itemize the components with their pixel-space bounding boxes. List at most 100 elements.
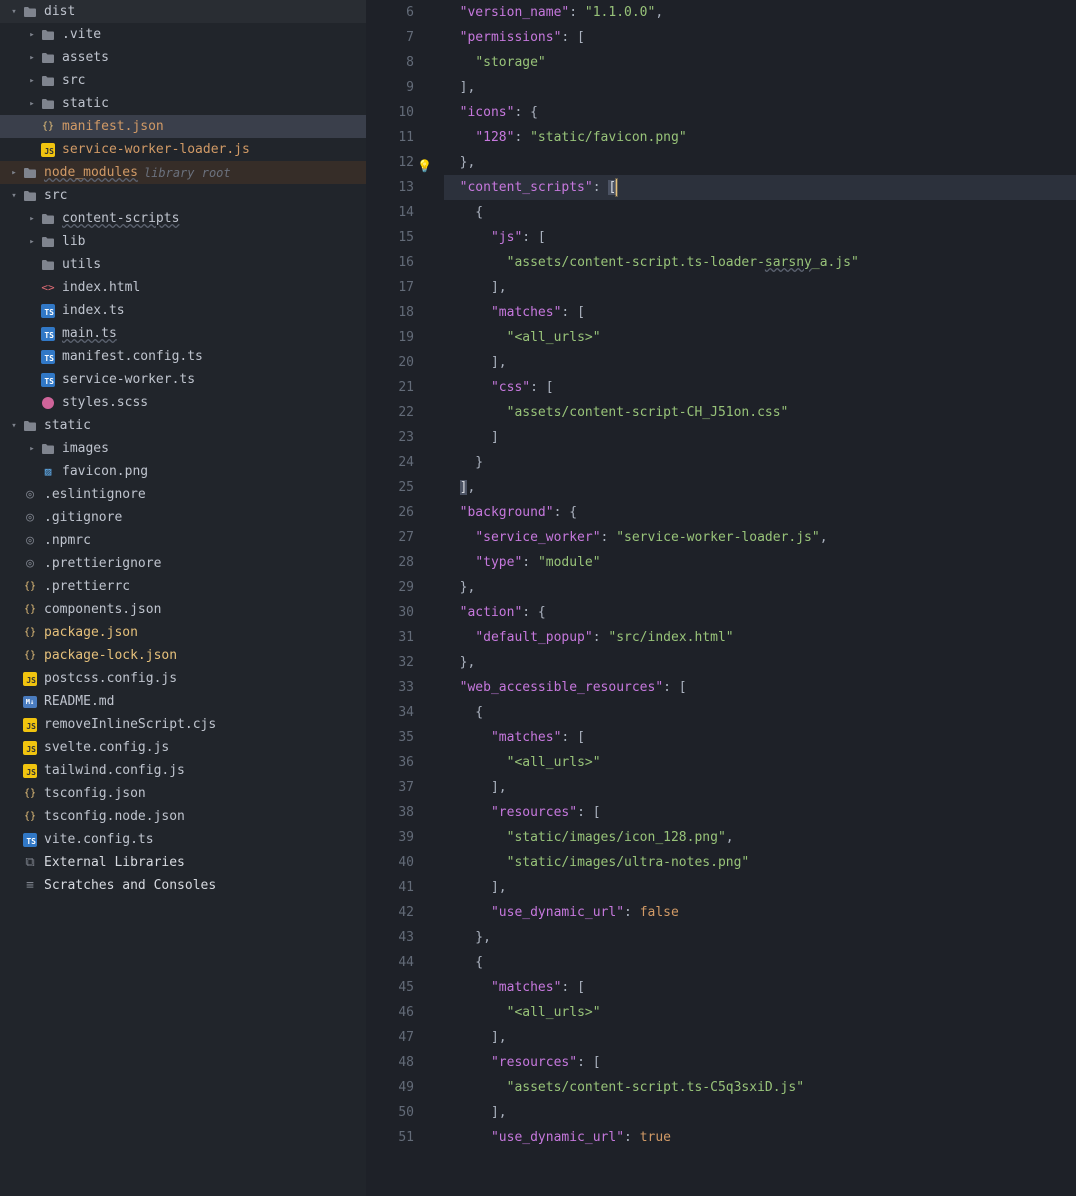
- tree-item[interactable]: ▸JStailwind.config.js: [0, 759, 366, 782]
- tree-item[interactable]: ▸{}components.json: [0, 598, 366, 621]
- tree-item[interactable]: ▸{}package-lock.json: [0, 644, 366, 667]
- tree-item[interactable]: ▸src: [0, 69, 366, 92]
- code-line[interactable]: "<all_urls>": [444, 325, 1076, 350]
- code-line[interactable]: },: [444, 925, 1076, 950]
- code-line[interactable]: "use_dynamic_url": false: [444, 900, 1076, 925]
- chevron-down-icon[interactable]: ▾: [8, 420, 20, 432]
- chevron-right-icon[interactable]: ▸: [26, 52, 38, 64]
- code-line[interactable]: "action": {: [444, 600, 1076, 625]
- code-line[interactable]: "permissions": [: [444, 25, 1076, 50]
- tree-item[interactable]: ▸◎.npmrc: [0, 529, 366, 552]
- tree-item[interactable]: ▸◎.eslintignore: [0, 483, 366, 506]
- tree-item[interactable]: ▸≡Scratches and Consoles: [0, 874, 366, 897]
- code-line[interactable]: "static/images/ultra-notes.png": [444, 850, 1076, 875]
- code-line[interactable]: "matches": [: [444, 300, 1076, 325]
- chevron-down-icon[interactable]: ▾: [8, 190, 20, 202]
- tree-item[interactable]: ▸assets: [0, 46, 366, 69]
- code-line[interactable]: "service_worker": "service-worker-loader…: [444, 525, 1076, 550]
- code-line[interactable]: "resources": [: [444, 800, 1076, 825]
- code-line[interactable]: "assets/content-script.ts-loader-sarsny_…: [444, 250, 1076, 275]
- tree-item[interactable]: ▾static: [0, 414, 366, 437]
- code-line[interactable]: },: [444, 575, 1076, 600]
- tree-item[interactable]: ▸<>index.html: [0, 276, 366, 299]
- code-line[interactable]: }: [444, 450, 1076, 475]
- code-line[interactable]: "assets/content-script.ts-C5q3sxiD.js": [444, 1075, 1076, 1100]
- chevron-right-icon[interactable]: ▸: [26, 236, 38, 248]
- code-line[interactable]: },: [444, 150, 1076, 175]
- tree-item[interactable]: ▸JSremoveInlineScript.cjs: [0, 713, 366, 736]
- tree-item[interactable]: ▸TSservice-worker.ts: [0, 368, 366, 391]
- code-line[interactable]: ],: [444, 350, 1076, 375]
- code-line[interactable]: "matches": [: [444, 725, 1076, 750]
- tree-item[interactable]: ▸content-scripts: [0, 207, 366, 230]
- code-line[interactable]: ]: [444, 425, 1076, 450]
- tree-item[interactable]: ▸TSindex.ts: [0, 299, 366, 322]
- code-line[interactable]: "content_scripts": [: [444, 175, 1076, 200]
- tree-item[interactable]: ▸▨favicon.png: [0, 460, 366, 483]
- code-line[interactable]: },: [444, 650, 1076, 675]
- tree-item[interactable]: ▸M↓README.md: [0, 690, 366, 713]
- tree-item[interactable]: ▸{}manifest.json: [0, 115, 366, 138]
- tree-item[interactable]: ▸{}package.json: [0, 621, 366, 644]
- code-line[interactable]: "resources": [: [444, 1050, 1076, 1075]
- chevron-right-icon[interactable]: ▸: [26, 29, 38, 41]
- tree-item[interactable]: ▾src: [0, 184, 366, 207]
- tree-item[interactable]: ▸{}tsconfig.json: [0, 782, 366, 805]
- tree-item[interactable]: ▾dist: [0, 0, 366, 23]
- tree-item[interactable]: ▸{}.prettierrc: [0, 575, 366, 598]
- code-line[interactable]: "128": "static/favicon.png": [444, 125, 1076, 150]
- code-line[interactable]: "background": {: [444, 500, 1076, 525]
- code-line[interactable]: {: [444, 950, 1076, 975]
- code-line[interactable]: ],: [444, 1100, 1076, 1125]
- code-line[interactable]: "assets/content-script-CH_J51on.css": [444, 400, 1076, 425]
- lightbulb-icon[interactable]: 💡: [417, 154, 432, 179]
- code-line[interactable]: "matches": [: [444, 975, 1076, 1000]
- tree-item[interactable]: ▸lib: [0, 230, 366, 253]
- code-line[interactable]: {: [444, 200, 1076, 225]
- code-line[interactable]: ],: [444, 75, 1076, 100]
- code-line[interactable]: "web_accessible_resources": [: [444, 675, 1076, 700]
- tree-item[interactable]: ▸TSmanifest.config.ts: [0, 345, 366, 368]
- code-line[interactable]: "storage": [444, 50, 1076, 75]
- tree-item[interactable]: ▸images: [0, 437, 366, 460]
- tree-item[interactable]: ▸TSvite.config.ts: [0, 828, 366, 851]
- code-line[interactable]: "css": [: [444, 375, 1076, 400]
- code-line[interactable]: {: [444, 700, 1076, 725]
- tree-item[interactable]: ▸⧉External Libraries: [0, 851, 366, 874]
- chevron-down-icon[interactable]: ▾: [8, 6, 20, 18]
- chevron-right-icon[interactable]: ▸: [26, 98, 38, 110]
- tree-item[interactable]: ▸.vite: [0, 23, 366, 46]
- code-line[interactable]: "version_name": "1.1.0.0",: [444, 0, 1076, 25]
- tree-item[interactable]: ▸static: [0, 92, 366, 115]
- tree-item[interactable]: ▸utils: [0, 253, 366, 276]
- chevron-right-icon[interactable]: ▸: [26, 75, 38, 87]
- chevron-right-icon[interactable]: ▸: [26, 443, 38, 455]
- tree-item[interactable]: ▸{}tsconfig.node.json: [0, 805, 366, 828]
- tree-item[interactable]: ▸JSsvelte.config.js: [0, 736, 366, 759]
- tree-item[interactable]: ▸JSpostcss.config.js: [0, 667, 366, 690]
- chevron-right-icon[interactable]: ▸: [8, 167, 20, 179]
- code-line[interactable]: "js": [: [444, 225, 1076, 250]
- code-line[interactable]: ],: [444, 875, 1076, 900]
- code-line[interactable]: ],: [444, 275, 1076, 300]
- tree-item[interactable]: ▸styles.scss: [0, 391, 366, 414]
- tree-item[interactable]: ▸JSservice-worker-loader.js: [0, 138, 366, 161]
- code-line[interactable]: "<all_urls>": [444, 1000, 1076, 1025]
- tree-item[interactable]: ▸node_moduleslibrary root: [0, 161, 366, 184]
- code-line[interactable]: ],: [444, 475, 1076, 500]
- code-line[interactable]: "static/images/icon_128.png",: [444, 825, 1076, 850]
- code-content[interactable]: "version_name": "1.1.0.0", "permissions"…: [440, 0, 1076, 1196]
- code-line[interactable]: "default_popup": "src/index.html": [444, 625, 1076, 650]
- project-tree[interactable]: ▾dist▸.vite▸assets▸src▸static▸{}manifest…: [0, 0, 366, 1196]
- code-line[interactable]: ],: [444, 1025, 1076, 1050]
- code-line[interactable]: "icons": {: [444, 100, 1076, 125]
- code-line[interactable]: ],: [444, 775, 1076, 800]
- code-line[interactable]: "use_dynamic_url": true: [444, 1125, 1076, 1150]
- tree-item[interactable]: ▸◎.gitignore: [0, 506, 366, 529]
- code-line[interactable]: "type": "module": [444, 550, 1076, 575]
- chevron-right-icon[interactable]: ▸: [26, 213, 38, 225]
- code-editor[interactable]: 6789101112💡13141516171819202122232425262…: [366, 0, 1076, 1196]
- tree-item[interactable]: ▸◎.prettierignore: [0, 552, 366, 575]
- tree-item[interactable]: ▸TSmain.ts: [0, 322, 366, 345]
- code-line[interactable]: "<all_urls>": [444, 750, 1076, 775]
